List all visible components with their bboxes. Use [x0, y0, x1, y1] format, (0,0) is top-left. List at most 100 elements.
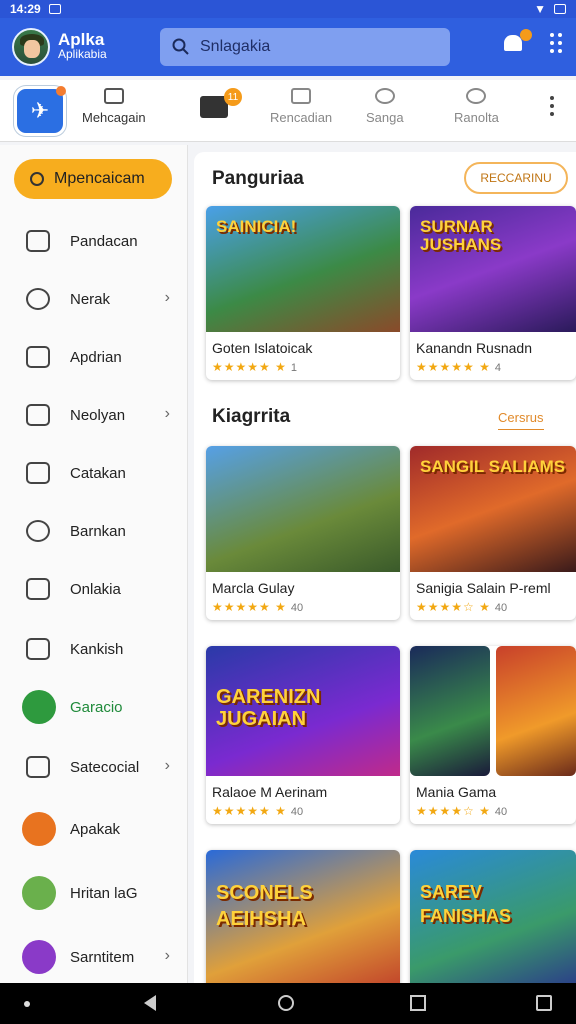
sidebar-item-garacio[interactable]: Garacio — [0, 687, 188, 727]
brand-title: Aplka — [58, 30, 105, 49]
primary-button-label: Mpencaicam — [54, 170, 145, 187]
rating-count: 40 — [494, 602, 508, 614]
sidebar-item-neolyan[interactable]: Neolyan › — [0, 395, 188, 435]
sidebar: Mpencaicam Pandacan Nerak › Apdrian Neol… — [0, 145, 188, 983]
sidebar-item-nerak[interactable]: Nerak › — [0, 279, 188, 319]
game-card[interactable]: SAINICIA! Goten Islatoicak ★★★★★ ★ 1 — [206, 206, 400, 380]
game-thumbnail — [410, 646, 576, 776]
section-action-label: Cersrus — [498, 410, 544, 425]
calendar-icon — [26, 638, 50, 660]
game-art-title: GARENIZN JUGAIAN — [216, 686, 321, 730]
image-icon — [291, 88, 312, 104]
game-art-title: SAREV FANISHAS — [420, 882, 512, 926]
brand: Aplka Aplikabia — [58, 30, 107, 61]
grid-icon — [26, 404, 50, 426]
avatar[interactable] — [12, 28, 50, 66]
sidebar-item-satecocial[interactable]: Satecocial › — [0, 747, 188, 787]
chevron-right-icon: › — [164, 947, 170, 964]
game-art-title: SAINICIA! — [216, 217, 297, 236]
green-badge-icon — [22, 690, 56, 724]
game-thumbnail: SAREV FANISHAS — [410, 850, 576, 983]
game-card[interactable]: GARENIZN JUGAIAN Ralaoe M Aerinam ★★★★★ … — [206, 646, 400, 824]
tab-rencadian[interactable]: Rencadian — [270, 88, 332, 125]
plane-icon: ✈ — [30, 97, 50, 123]
game-thumbnail: SURNAR JUSHANS — [410, 206, 576, 332]
rating-stars: ★★★★★ ★ 1 — [212, 360, 298, 374]
sidebar-item-kankish[interactable]: Kankish — [0, 629, 188, 669]
wifi-icon: ▼ — [534, 2, 546, 16]
notification-badge — [520, 29, 532, 41]
primary-search-button[interactable]: Mpencaicam — [14, 159, 172, 199]
game-art-title: SCONELS AEIHSHA — [216, 882, 313, 930]
rating-count: 40 — [290, 602, 304, 614]
tab-sanga[interactable]: Sanga — [366, 88, 404, 125]
sidebar-item-label: Apakak — [70, 820, 121, 838]
home-button[interactable] — [278, 995, 294, 1011]
game-card[interactable]: Marcla Gulay ★★★★★ ★ 40 — [206, 446, 400, 620]
sidebar-item-barnkan[interactable]: Barnkan — [0, 511, 188, 551]
chevron-right-icon: › — [164, 289, 170, 306]
purple-avatar — [22, 940, 56, 974]
game-name: Ralaoe M Aerinam — [212, 784, 328, 800]
tab-label: Mehcagain — [82, 110, 146, 125]
tab-label: Ranolta — [454, 110, 499, 125]
rating-count: 4 — [494, 362, 502, 374]
apps-menu-icon[interactable] — [550, 33, 562, 53]
search-icon — [30, 172, 44, 186]
battery-icon — [554, 4, 566, 14]
sidebar-item-hritan[interactable]: Hritan laG — [0, 873, 188, 913]
home-tab-button[interactable]: ✈ — [14, 85, 66, 136]
sidebar-item-pandacan[interactable]: Pandacan — [0, 221, 188, 261]
more-vert-icon[interactable] — [550, 96, 554, 116]
main-content: Panguriaa RECCARINU SAINICIA! Goten Isla… — [194, 152, 576, 983]
sidebar-item-sarntitem[interactable]: Sarntitem › — [0, 937, 188, 977]
screenshot-icon[interactable] — [536, 995, 552, 1011]
sidebar-item-apakak[interactable]: Apakak — [0, 809, 188, 849]
home-tab-badge — [56, 85, 66, 96]
game-thumbnail: GARENIZN JUGAIAN — [206, 646, 400, 776]
sidebar-item-apdrian[interactable]: Apdrian — [0, 337, 188, 377]
game-card[interactable]: SCONELS AEIHSHA — [206, 850, 400, 983]
rating-count: 1 — [290, 362, 298, 374]
sidebar-item-label: Onlakia — [70, 580, 121, 598]
game-card[interactable]: SAREV FANISHAS — [410, 850, 576, 983]
camera-tab-badge: 11 — [224, 88, 242, 106]
sidebar-item-label: Garacio — [70, 698, 123, 716]
bag-icon — [26, 346, 50, 368]
sidebar-item-label: Barnkan — [70, 522, 126, 540]
search-bar[interactable] — [160, 28, 450, 66]
game-name: Mania Gama — [416, 784, 497, 800]
game-avatar — [22, 876, 56, 910]
section-title: Panguriaa — [212, 168, 304, 189]
game-thumbnail-right — [496, 646, 576, 776]
game-thumbnail: SCONELS AEIHSHA — [206, 850, 400, 983]
tag-icon — [26, 462, 50, 484]
game-card[interactable]: Mania Gama ★★★★☆ ★ 40 — [410, 646, 576, 824]
sidebar-item-catakan[interactable]: Catakan — [0, 453, 188, 493]
notification-button[interactable] — [504, 29, 532, 54]
recents-button[interactable] — [410, 995, 426, 1011]
game-art-title: SURNAR JUSHANS — [420, 217, 502, 254]
camera-tab-button[interactable]: 11 — [200, 88, 242, 118]
section-action-button[interactable]: RECCARINU — [464, 162, 568, 194]
search-tag-icon — [26, 756, 50, 778]
chevron-right-icon: › — [164, 405, 170, 422]
game-card[interactable]: SANGIL SALIAMS Sanigia Salain P-reml ★★★… — [410, 446, 576, 620]
search-icon — [172, 38, 189, 55]
section-see-all-link[interactable]: Cersrus — [498, 410, 544, 430]
tab-ranolta[interactable]: Ranolta — [454, 88, 499, 125]
app-avatar — [22, 812, 56, 846]
game-name: Sanigia Salain P-reml — [416, 580, 551, 596]
rating-stars: ★★★★☆ ★ 40 — [416, 804, 508, 818]
tab-label: Rencadian — [270, 110, 333, 125]
game-name: Goten Islatoicak — [212, 340, 313, 356]
tab-mehcagain[interactable]: Mehcagain — [82, 88, 146, 125]
section-title: Kiagrrita — [212, 406, 291, 427]
back-button[interactable] — [144, 995, 156, 1011]
tab-label: Sanga — [366, 110, 404, 125]
status-time: 14:29 — [10, 2, 41, 16]
search-input[interactable] — [200, 38, 430, 56]
dot-icon — [24, 1001, 30, 1007]
sidebar-item-onlakia[interactable]: Onlakia — [0, 569, 188, 609]
game-card[interactable]: SURNAR JUSHANS Kanandn Rusnadn ★★★★★ ★ 4 — [410, 206, 576, 380]
